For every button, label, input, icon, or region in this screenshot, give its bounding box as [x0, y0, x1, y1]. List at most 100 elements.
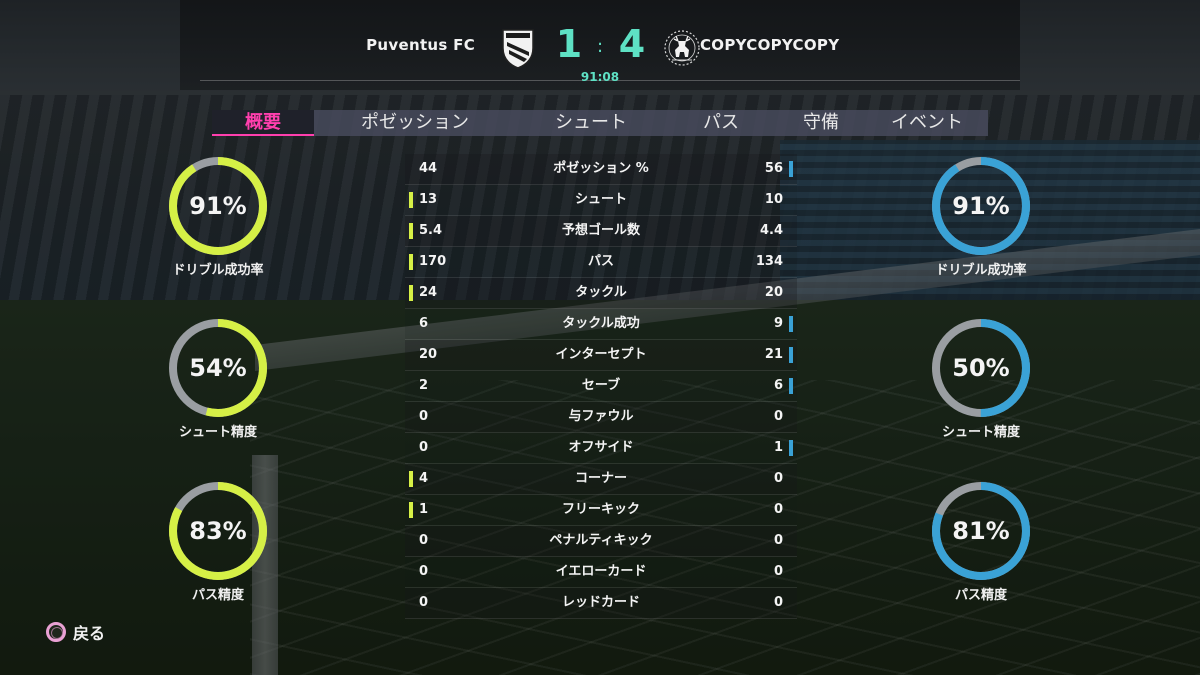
home-lead-bar [409, 285, 413, 301]
stats-tab-bar: 概要 ポゼッション シュート パス 守備 イベント [212, 110, 988, 136]
gauge-value: 50% [952, 354, 1010, 382]
home-pass-accuracy-gauge: 83% パス精度 [163, 480, 273, 605]
back-label: 戻る [73, 624, 106, 643]
stat-label: セーブ [581, 378, 621, 393]
stat-label: コーナー [574, 471, 627, 486]
stat-row-yellow-cards: 0 イエローカード 0 [405, 557, 797, 588]
stat-away-value: 1 [773, 440, 783, 455]
stat-away-value: 6 [773, 378, 783, 393]
gauge-label: パス精度 [191, 588, 244, 603]
stat-home-value: 6 [419, 316, 429, 331]
stat-home-value: 4 [419, 471, 429, 486]
stat-away-value: 20 [764, 285, 783, 300]
stat-label: 予想ゴール数 [561, 223, 640, 238]
stat-away-value: 0 [773, 471, 783, 486]
stat-away-value: 134 [755, 254, 783, 269]
tab-shots[interactable]: シュート [516, 110, 666, 136]
stat-home-value: 0 [419, 533, 429, 548]
away-team-name: COPYCOPYCOPY [700, 36, 840, 54]
stat-row-saves: 2 セーブ 6 [405, 371, 797, 402]
stat-row-tackles-won: 6 タックル成功 9 [405, 309, 797, 340]
away-lead-bar [789, 161, 793, 177]
stat-label: フリーキック [561, 502, 640, 517]
tab-passes[interactable]: パス [666, 110, 776, 136]
home-lead-bar [409, 223, 413, 239]
stat-away-value: 10 [764, 192, 783, 207]
home-lead-bar [409, 502, 413, 518]
gauge-label: ドリブル成功率 [935, 263, 1027, 278]
stat-away-value: 56 [764, 161, 783, 176]
home-lead-bar [409, 471, 413, 487]
stat-home-value: 5.4 [419, 223, 443, 238]
stat-label: ペナルティキック [549, 533, 653, 548]
stat-away-value: 0 [773, 409, 783, 424]
home-dribble-gauge: 91% ドリブル成功率 [163, 155, 273, 280]
away-score: 4 [618, 22, 646, 66]
stat-home-value: 24 [419, 285, 438, 300]
stat-label: イエローカード [555, 564, 647, 579]
stat-home-value: 13 [419, 192, 438, 207]
stat-home-value: 44 [419, 161, 438, 176]
stat-home-value: 170 [419, 254, 447, 269]
stat-label: パス [587, 254, 614, 269]
match-stats-table: 44 ポゼッション % 56 13 シュート 10 5.4 予想ゴール数 4.4 170 パス… [405, 154, 797, 619]
stat-label: 与ファウル [568, 409, 634, 424]
stat-away-value: 0 [773, 502, 783, 517]
gauge-label: シュート精度 [941, 425, 1020, 440]
stat-label: タックル成功 [562, 316, 640, 331]
gauge-value: 81% [952, 517, 1010, 545]
stag-crest-icon [662, 26, 702, 70]
home-team-name: Puventus FC [366, 36, 475, 54]
away-lead-bar [789, 378, 793, 394]
stat-label: インターセプト [555, 347, 647, 362]
home-lead-bar [409, 254, 413, 270]
stat-label: タックル [575, 285, 627, 300]
stat-home-value: 20 [419, 347, 438, 362]
stat-row-free-kicks: 1 フリーキック 0 [405, 495, 797, 526]
home-lead-bar [409, 192, 413, 208]
stat-label: ポゼッション % [553, 161, 649, 176]
shield-crest-icon [498, 26, 538, 70]
away-pass-accuracy-gauge: 81% パス精度 [926, 480, 1036, 605]
away-dribble-gauge: 91% ドリブル成功率 [926, 155, 1036, 280]
away-lead-bar [789, 316, 793, 332]
stat-home-value: 0 [419, 564, 429, 579]
stat-label: シュート [574, 192, 627, 207]
stat-row-possession: 44 ポゼッション % 56 [405, 154, 797, 185]
gauge-label: ドリブル成功率 [172, 263, 264, 278]
stat-away-value: 21 [764, 347, 783, 362]
home-shot-accuracy-gauge: 54% シュート精度 [163, 317, 273, 442]
stat-label: オフサイド [568, 440, 634, 455]
away-lead-bar [789, 440, 793, 456]
gauge-value: 54% [189, 354, 247, 382]
home-score: 1 [555, 22, 583, 66]
stat-row-penalty-kicks: 0 ペナルティキック 0 [405, 526, 797, 557]
gauge-label: シュート精度 [178, 425, 257, 440]
tab-events[interactable]: イベント [866, 110, 988, 136]
stat-home-value: 0 [419, 595, 429, 610]
stat-row-offsides: 0 オフサイド 1 [405, 433, 797, 464]
gauge-value: 91% [189, 192, 247, 220]
gauge-value: 83% [189, 517, 247, 545]
away-lead-bar [789, 347, 793, 363]
stat-away-value: 4.4 [759, 223, 783, 238]
gauge-label: パス精度 [954, 588, 1007, 603]
stat-home-value: 1 [419, 502, 429, 517]
stat-row-fouls: 0 与ファウル 0 [405, 402, 797, 433]
stat-row-interceptions: 20 インターセプト 21 [405, 340, 797, 371]
circle-button-icon [46, 622, 66, 642]
away-shot-accuracy-gauge: 50% シュート精度 [926, 317, 1036, 442]
stat-home-value: 2 [419, 378, 429, 393]
match-clock: 91:08 [580, 70, 620, 84]
stat-away-value: 9 [773, 316, 783, 331]
stat-row-shots: 13 シュート 10 [405, 185, 797, 216]
stat-home-value: 0 [419, 440, 429, 455]
stat-row-red-cards: 0 レッドカード 0 [405, 588, 797, 619]
back-button[interactable]: 戻る [46, 621, 105, 643]
tab-defense[interactable]: 守備 [776, 110, 866, 136]
tab-overview[interactable]: 概要 [212, 110, 314, 136]
stat-home-value: 0 [419, 409, 429, 424]
score-separator: : [596, 36, 604, 57]
stat-row-passes: 170 パス 134 [405, 247, 797, 278]
tab-possession[interactable]: ポゼッション [314, 110, 516, 136]
